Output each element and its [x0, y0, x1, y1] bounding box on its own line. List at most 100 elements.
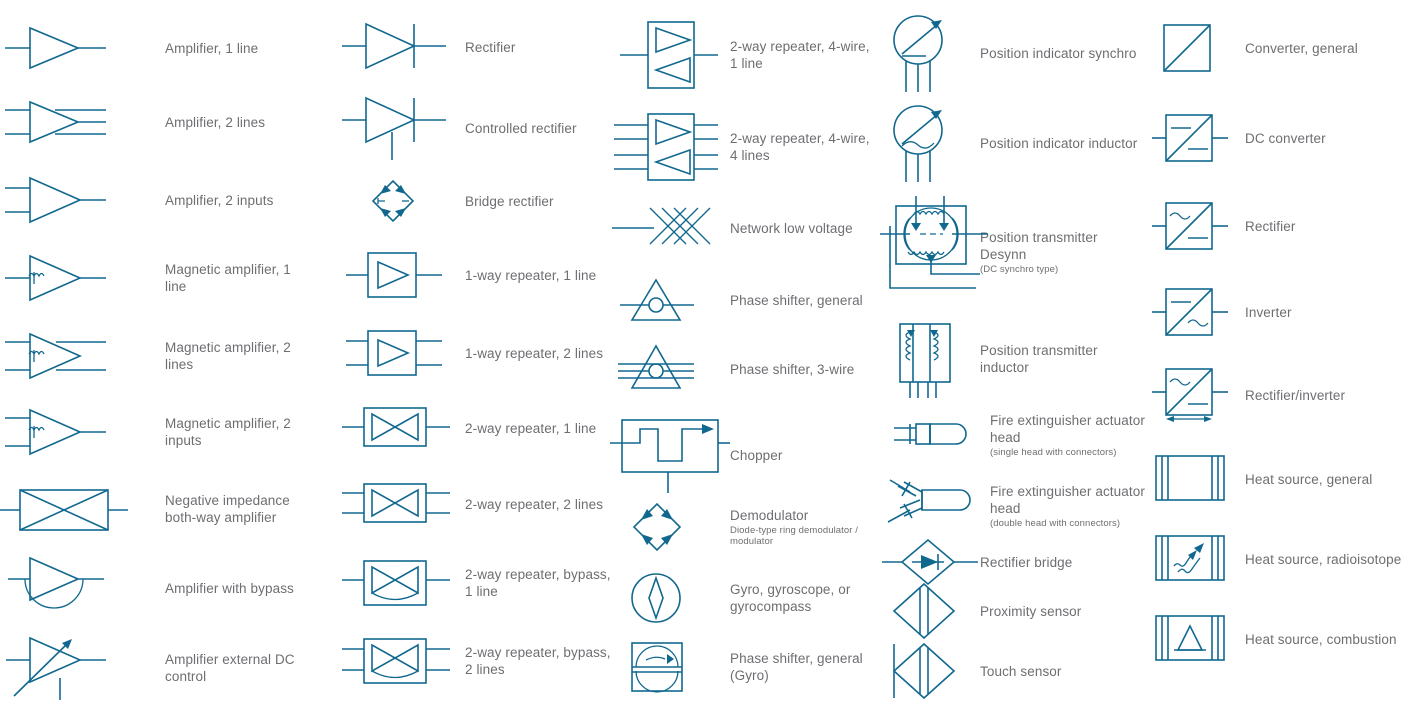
- rectifier-triangle-label: Rectifier: [465, 39, 615, 56]
- symbol-row-rectifier-inverter[interactable]: Rectifier/inverter: [1150, 366, 1412, 424]
- symbol-row-rectifier-triangle[interactable]: Rectifier: [340, 18, 615, 76]
- two-way-repeater-bypass-2-lines-label-text: 2-way repeater, bypass, 2 lines: [465, 645, 611, 677]
- symbol-row-two-way-repeater-2-lines[interactable]: 2-way repeater, 2 lines: [340, 478, 615, 530]
- symbol-row-position-transmitter-inductor[interactable]: Position transmitter inductor: [880, 318, 1145, 400]
- amplifier-1-line-label: Amplifier, 1 line: [165, 40, 315, 57]
- symbol-row-dc-converter[interactable]: DC converter: [1150, 112, 1412, 164]
- rectifier-triangle-icon: [340, 18, 460, 76]
- rectifier-triangle-label-text: Rectifier: [465, 39, 516, 55]
- symbol-row-position-transmitter-desynn[interactable]: Position transmitter Desynn (DC synchro t…: [880, 196, 1145, 308]
- two-way-repeater-4-wire-4-lines-label: 2-way repeater, 4-wire, 4 lines: [730, 130, 880, 164]
- controlled-rectifier-icon: [340, 92, 460, 164]
- rectifier-bridge-icon: [880, 538, 980, 586]
- position-transmitter-desynn-icon: [880, 196, 988, 308]
- symbol-row-phase-shifter-3-wire[interactable]: Phase shifter, 3-wire: [610, 340, 880, 398]
- symbol-row-fire-extinguisher-actuator-head-single[interactable]: Fire extinguisher actuator head (single h…: [880, 412, 1155, 459]
- symbol-row-fire-extinguisher-actuator-head-double[interactable]: Fire extinguisher actuator head (double h…: [880, 478, 1155, 534]
- amplifier-with-bypass-label-text: Amplifier with bypass: [165, 580, 294, 596]
- symbol-row-magnetic-amplifier-2-inputs[interactable]: Magnetic amplifier, 2 inputs: [0, 402, 315, 462]
- fire-extinguisher-actuator-head-double-label-sub: (double head with connectors): [990, 517, 1121, 529]
- symbol-row-position-indicator-synchro[interactable]: Position indicator synchro: [880, 12, 1145, 94]
- one-way-repeater-2-lines-icon: [340, 326, 460, 380]
- network-low-voltage-icon: [610, 200, 720, 256]
- magnetic-amplifier-2-inputs-icon: [0, 402, 120, 462]
- symbol-row-position-indicator-inductor[interactable]: Position indicator inductor: [880, 102, 1145, 184]
- bridge-rectifier-label-text: Bridge rectifier: [465, 193, 554, 209]
- symbol-row-amplifier-1-line[interactable]: Amplifier, 1 line: [0, 18, 315, 78]
- symbol-row-magnetic-amplifier-2-lines[interactable]: Magnetic amplifier, 2 lines: [0, 326, 315, 386]
- network-low-voltage-label: Network low voltage: [730, 220, 880, 237]
- symbol-row-gyro-gyroscope-gyrocompass[interactable]: Gyro, gyroscope, or gyrocompass: [610, 568, 880, 628]
- symbol-row-heat-source-general[interactable]: Heat source, general: [1150, 452, 1412, 506]
- symbol-row-magnetic-amplifier-1-line[interactable]: Magnetic amplifier, 1 line: [0, 248, 315, 308]
- touch-sensor-label: Touch sensor: [980, 663, 1145, 680]
- symbol-row-network-low-voltage[interactable]: Network low voltage: [610, 200, 880, 256]
- fire-extinguisher-actuator-head-double-label-text: Fire extinguisher actuator head: [990, 483, 1145, 516]
- phase-shifter-general-gyro-icon: [610, 638, 720, 696]
- gyro-gyroscope-gyrocompass-label-text: Gyro, gyroscope, or gyrocompass: [730, 582, 851, 614]
- proximity-sensor-label-text: Proximity sensor: [980, 603, 1082, 619]
- amplifier-with-bypass-label: Amplifier with bypass: [165, 580, 315, 597]
- rectifier-inverter-icon: [1150, 366, 1240, 424]
- symbol-row-inverter[interactable]: Inverter: [1150, 286, 1412, 338]
- symbol-row-one-way-repeater-1-line[interactable]: 1-way repeater, 1 line: [340, 248, 615, 302]
- symbol-row-amplifier-external-dc-control[interactable]: Amplifier external DC control: [0, 630, 315, 706]
- fire-extinguisher-actuator-head-single-label-text: Fire extinguisher actuator head: [990, 413, 1145, 445]
- amplifier-2-inputs-label-text: Amplifier, 2 inputs: [165, 192, 274, 208]
- symbol-row-touch-sensor[interactable]: Touch sensor: [880, 642, 1145, 700]
- symbol-row-amplifier-2-lines[interactable]: Amplifier, 2 lines: [0, 92, 315, 152]
- heat-source-general-label-text: Heat source, general: [1245, 471, 1373, 487]
- symbol-row-phase-shifter-general-gyro[interactable]: Phase shifter, general (Gyro): [610, 638, 880, 696]
- symbol-row-one-way-repeater-2-lines[interactable]: 1-way repeater, 2 lines: [340, 326, 615, 380]
- magnetic-amplifier-2-lines-icon: [0, 326, 120, 386]
- negative-impedance-both-way-amplifier-label-text: Negative impedance both-way amplifier: [165, 493, 290, 525]
- symbol-row-two-way-repeater-4-wire-1-line[interactable]: 2-way repeater, 4-wire, 1 line: [610, 18, 880, 92]
- phase-shifter-general-label-text: Phase shifter, general: [730, 292, 863, 308]
- symbol-row-chopper[interactable]: Chopper: [610, 415, 880, 495]
- symbol-row-converter-general[interactable]: Converter, general: [1150, 22, 1412, 74]
- symbol-row-controlled-rectifier[interactable]: Controlled rectifier: [340, 92, 615, 164]
- symbol-row-two-way-repeater-bypass-1-line[interactable]: 2-way repeater, bypass, 1 line: [340, 556, 615, 610]
- symbol-row-bridge-rectifier[interactable]: Bridge rectifier: [340, 176, 615, 226]
- heat-source-radioisotope-icon: [1150, 532, 1226, 586]
- heat-source-combustion-icon: [1150, 612, 1226, 666]
- two-way-repeater-4-wire-4-lines-icon: [610, 110, 720, 184]
- symbol-row-heat-source-combustion[interactable]: Heat source, combustion: [1150, 612, 1412, 666]
- amplifier-2-inputs-icon: [0, 170, 120, 230]
- symbol-row-proximity-sensor[interactable]: Proximity sensor: [880, 582, 1145, 640]
- two-way-repeater-bypass-1-line-icon: [340, 556, 460, 610]
- position-transmitter-inductor-label-text: Position transmitter inductor: [980, 343, 1098, 375]
- phase-shifter-general-label: Phase shifter, general: [730, 292, 880, 309]
- symbol-row-two-way-repeater-1-line[interactable]: 2-way repeater, 1 line: [340, 402, 615, 454]
- fire-extinguisher-actuator-head-single-label: Fire extinguisher actuator head (single h…: [990, 412, 1155, 459]
- symbol-row-rectifier-bridge[interactable]: Rectifier bridge: [880, 538, 1145, 586]
- symbol-row-amplifier-2-inputs[interactable]: Amplifier, 2 inputs: [0, 170, 315, 230]
- phase-shifter-general-icon: [610, 272, 720, 328]
- two-way-repeater-2-lines-label-text: 2-way repeater, 2 lines: [465, 496, 604, 512]
- heat-source-combustion-label: Heat source, combustion: [1245, 631, 1412, 648]
- demodulator-label-sub: Diode-type ring demodulator / modulator: [730, 524, 859, 548]
- magnetic-amplifier-2-lines-label-text: Magnetic amplifier, 2 lines: [165, 340, 291, 372]
- symbol-row-phase-shifter-general[interactable]: Phase shifter, general: [610, 272, 880, 328]
- one-way-repeater-2-lines-label-text: 1-way repeater, 2 lines: [465, 345, 604, 361]
- symbol-row-demodulator[interactable]: Demodulator Diode-type ring demodulator /…: [610, 500, 880, 554]
- rectifier-box-label: Rectifier: [1245, 218, 1412, 235]
- two-way-repeater-4-wire-1-line-icon: [610, 18, 720, 92]
- two-way-repeater-bypass-1-line-label-text: 2-way repeater, bypass, 1 line: [465, 567, 611, 599]
- symbol-row-two-way-repeater-bypass-2-lines[interactable]: 2-way repeater, bypass, 2 lines: [340, 634, 615, 688]
- symbol-row-amplifier-with-bypass[interactable]: Amplifier with bypass: [0, 552, 315, 624]
- proximity-sensor-icon: [880, 582, 980, 640]
- amplifier-2-lines-label: Amplifier, 2 lines: [165, 114, 315, 131]
- symbol-row-two-way-repeater-4-wire-4-lines[interactable]: 2-way repeater, 4-wire, 4 lines: [610, 110, 880, 184]
- phase-shifter-3-wire-icon: [610, 340, 720, 398]
- two-way-repeater-2-lines-icon: [340, 478, 460, 530]
- rectifier-inverter-label-text: Rectifier/inverter: [1245, 387, 1346, 403]
- rectifier-box-label-text: Rectifier: [1245, 218, 1296, 234]
- heat-source-general-label: Heat source, general: [1245, 471, 1412, 488]
- position-indicator-synchro-label: Position indicator synchro: [980, 45, 1145, 62]
- chopper-label-text: Chopper: [730, 447, 783, 463]
- symbol-row-negative-impedance-both-way-amplifier[interactable]: Negative impedance both-way amplifier: [0, 478, 315, 540]
- position-indicator-synchro-label-text: Position indicator synchro: [980, 45, 1137, 61]
- symbol-row-heat-source-radioisotope[interactable]: Heat source, radioisotope: [1150, 532, 1412, 586]
- symbol-row-rectifier-box[interactable]: Rectifier: [1150, 200, 1412, 252]
